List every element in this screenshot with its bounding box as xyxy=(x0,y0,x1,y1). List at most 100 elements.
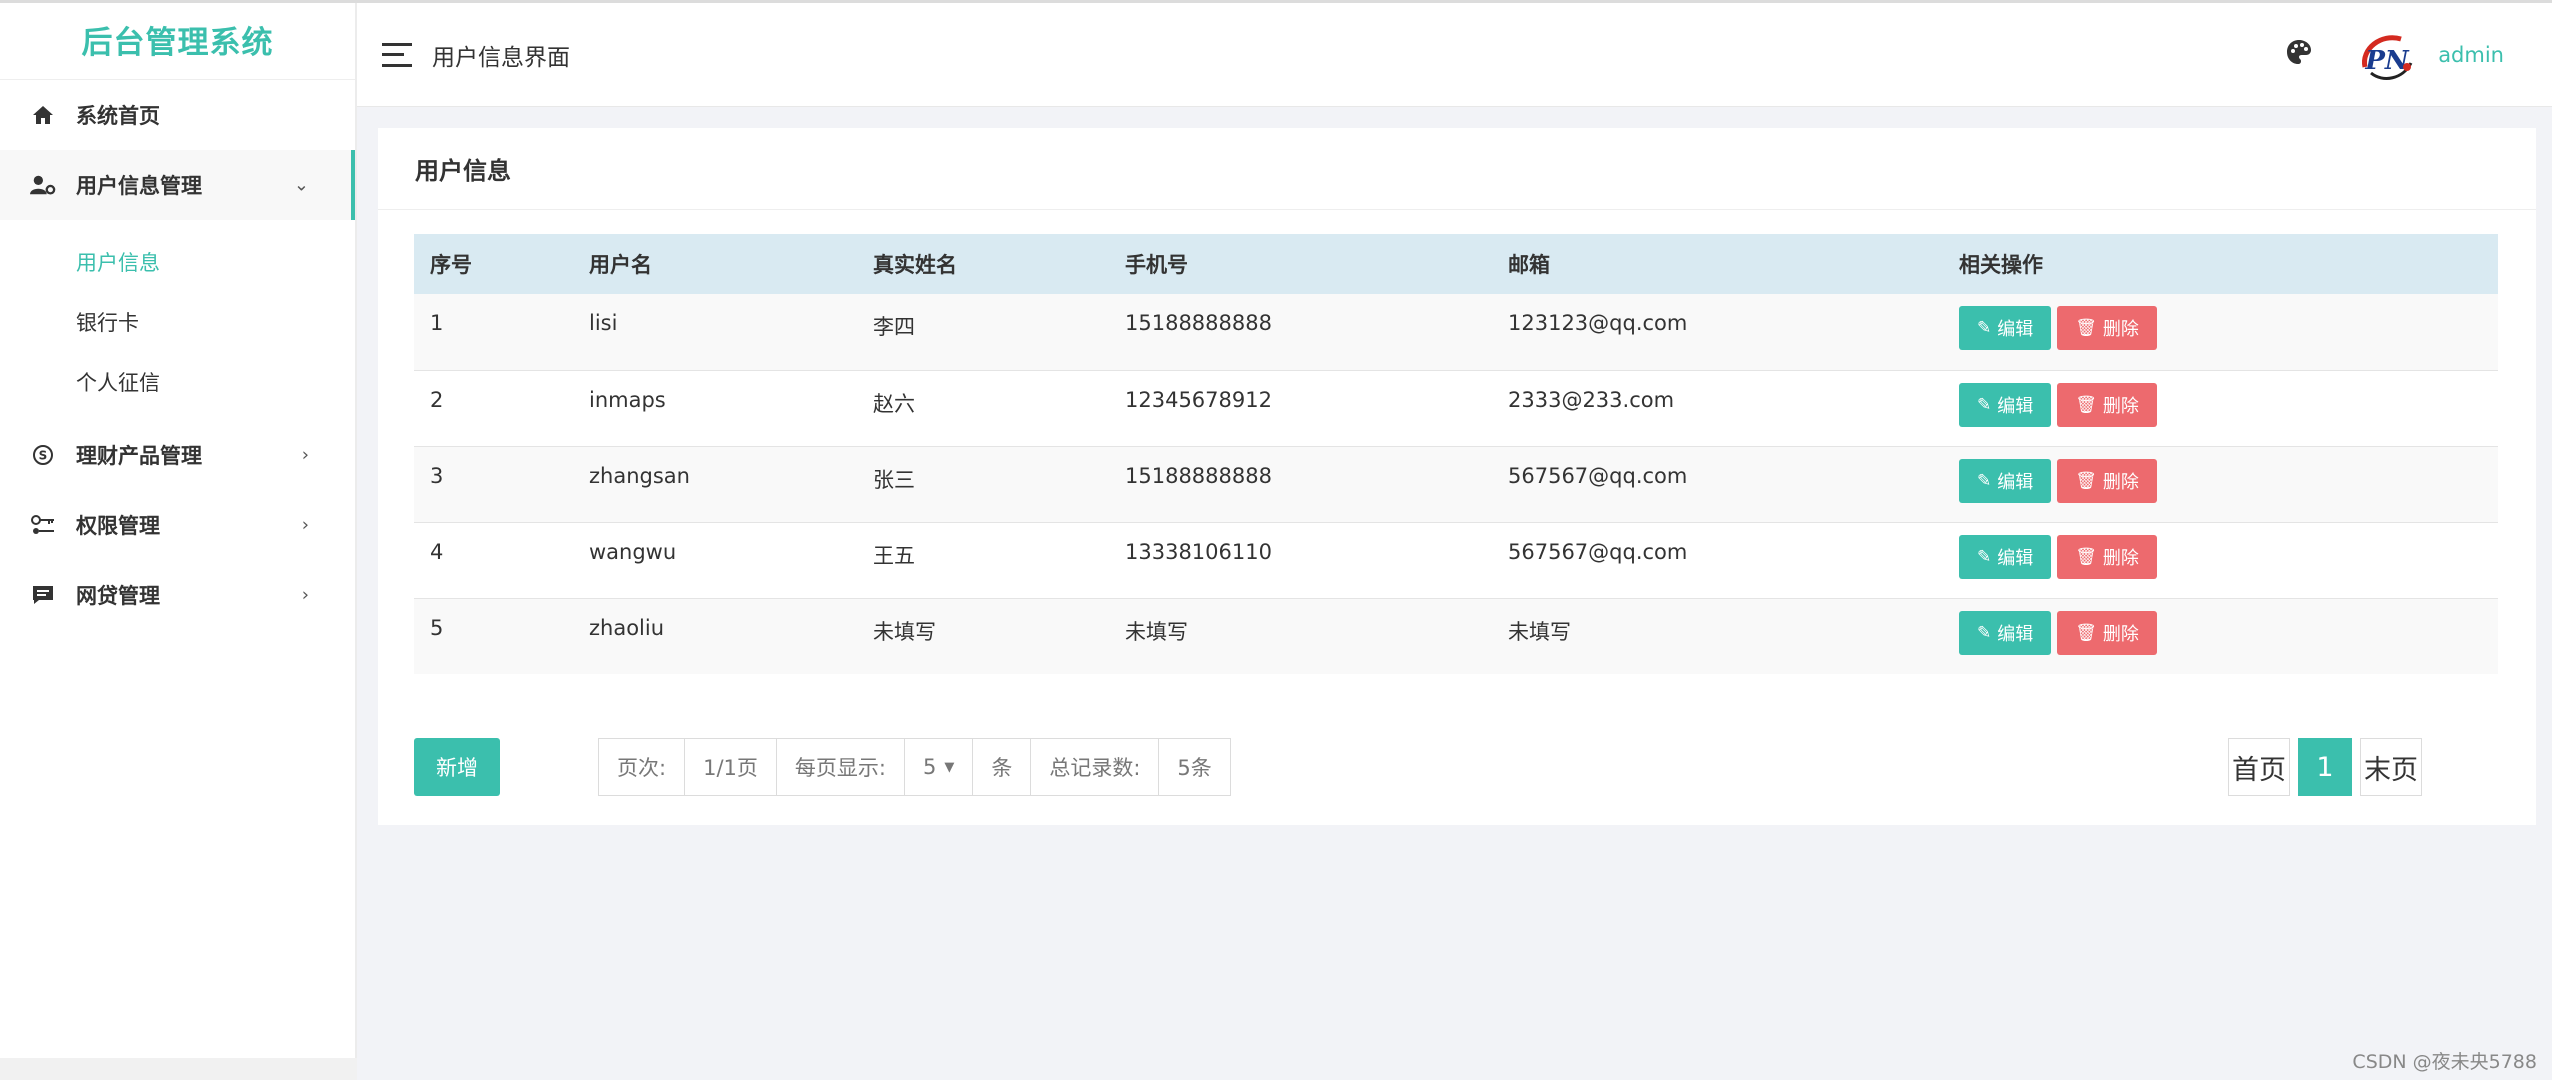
trash-icon: 🗑 xyxy=(2075,546,2097,567)
app-brand: 后台管理系统 xyxy=(0,0,355,80)
cell-phone: 未填写 xyxy=(1109,598,1492,674)
submenu-container: 用户信息 银行卡 个人征信 xyxy=(0,220,355,420)
cell-actions: ✎ 编辑 🗑 删除 xyxy=(1943,294,2498,371)
key-icon xyxy=(30,512,56,538)
page-title: 用户信息界面 xyxy=(432,44,570,71)
chevron-right-icon: › xyxy=(301,584,309,606)
delete-label: 删除 xyxy=(2102,395,2139,417)
edit-label: 编辑 xyxy=(1997,395,2034,417)
submenu-item-credit[interactable]: 个人征信 xyxy=(0,352,355,412)
cell-realname: 赵六 xyxy=(857,370,1109,447)
page-value: 1/1页 xyxy=(685,739,777,795)
delete-button[interactable]: 🗑 删除 xyxy=(2057,458,2157,503)
edit-button[interactable]: ✎ 编辑 xyxy=(1959,382,2052,427)
pagination: 首页 1 末页 xyxy=(2228,738,2422,796)
sidebar-item-loan[interactable]: 网贷管理 › xyxy=(0,560,355,630)
edit-button[interactable]: ✎ 编辑 xyxy=(1959,534,2052,579)
delete-label: 删除 xyxy=(2102,623,2139,645)
cell-email: 123123@qq.com xyxy=(1492,294,1943,371)
cell-actions: ✎ 编辑 🗑 删除 xyxy=(1943,522,2498,599)
sidebar-menu: 系统首页 用户信息管理 ⌄ 用户信息 银行卡 个人征信 S 理财产品管理 › 权… xyxy=(0,80,355,630)
per-page-select[interactable]: 5 ▼ xyxy=(905,739,974,795)
sidebar-item-home[interactable]: 系统首页 xyxy=(0,80,355,150)
table-row: 3 zhangsan 张三 15188888888 567567@qq.com … xyxy=(414,446,2498,523)
cell-username: zhaoliu xyxy=(573,598,857,674)
svg-text:S: S xyxy=(39,449,48,463)
edit-button[interactable]: ✎ 编辑 xyxy=(1959,458,2052,503)
cell-phone: 13338106110 xyxy=(1109,522,1492,599)
delete-button[interactable]: 🗑 删除 xyxy=(2057,534,2157,579)
per-page-label: 每页显示: xyxy=(777,739,905,795)
message-icon xyxy=(30,582,56,608)
table-header-row: 序号 用户名 真实姓名 手机号 邮箱 相关操作 xyxy=(414,234,2498,294)
cell-phone: 15188888888 xyxy=(1109,446,1492,523)
cell-username: lisi xyxy=(573,294,857,371)
pencil-icon: ✎ xyxy=(1977,546,1992,567)
sidebar-item-label: 用户信息管理 xyxy=(76,174,202,198)
column-header: 真实姓名 xyxy=(857,234,1109,294)
cell-id: 3 xyxy=(414,446,573,523)
user-info-panel: 用户信息 序号 用户名 真实姓名 手机号 邮箱 相关操作 1 lisi 李四 1… xyxy=(378,128,2536,825)
pencil-icon: ✎ xyxy=(1977,318,1992,338)
palette-icon[interactable] xyxy=(2286,39,2312,69)
sidebar-item-permission[interactable]: 权限管理 › xyxy=(0,490,355,560)
edit-label: 编辑 xyxy=(1997,623,2034,645)
delete-label: 删除 xyxy=(2102,547,2139,569)
column-header: 邮箱 xyxy=(1492,234,1943,294)
table-row: 5 zhaoliu 未填写 未填写 未填写 ✎ 编辑 🗑 删除 xyxy=(414,598,2498,674)
cell-actions: ✎ 编辑 🗑 删除 xyxy=(1943,370,2498,447)
trash-icon: 🗑 xyxy=(2075,470,2097,491)
username-link[interactable]: admin xyxy=(2438,43,2504,67)
add-button[interactable]: 新增 xyxy=(414,738,500,796)
delete-label: 删除 xyxy=(2102,471,2139,493)
per-page-value: 5 xyxy=(922,755,937,779)
delete-button[interactable]: 🗑 删除 xyxy=(2057,306,2157,350)
chevron-down-icon: ⌄ xyxy=(293,174,309,196)
delete-button[interactable]: 🗑 删除 xyxy=(2057,610,2157,655)
menu-toggle-icon[interactable] xyxy=(382,42,412,67)
sidebar: 后台管理系统 系统首页 用户信息管理 ⌄ 用户信息 银行卡 个人征信 S 理财产… xyxy=(0,0,2552,1080)
cell-actions: ✎ 编辑 🗑 删除 xyxy=(1943,446,2498,523)
cell-email: 未填写 xyxy=(1492,598,1943,674)
edit-label: 编辑 xyxy=(1997,547,2034,569)
home-icon xyxy=(30,102,56,128)
cell-realname: 李四 xyxy=(857,294,1109,371)
delete-button[interactable]: 🗑 删除 xyxy=(2057,382,2157,427)
sidebar-item-user-management[interactable]: 用户信息管理 ⌄ xyxy=(0,150,355,220)
cell-actions: ✎ 编辑 🗑 删除 xyxy=(1943,598,2498,674)
total-label: 总记录数: xyxy=(1031,739,1160,795)
total-value: 5条 xyxy=(1177,756,1212,780)
pencil-icon: ✎ xyxy=(1977,622,1992,643)
table-row: 1 lisi 李四 15188888888 123123@qq.com ✎ 编辑 🗑… xyxy=(414,294,2498,371)
caret-down-icon: ▼ xyxy=(944,759,955,775)
trash-icon: 🗑 xyxy=(2075,394,2097,415)
edit-button[interactable]: ✎ 编辑 xyxy=(1959,610,2052,655)
sidebar-item-label: 系统首页 xyxy=(76,104,160,128)
cell-email: 567567@qq.com xyxy=(1492,522,1943,599)
page-number-button[interactable]: 1 xyxy=(2298,738,2352,796)
first-page-button[interactable]: 首页 xyxy=(2228,738,2290,796)
chevron-right-icon: › xyxy=(301,514,309,536)
watermark: CSDN @夜未央5788 xyxy=(2352,1051,2537,1073)
cell-id: 1 xyxy=(414,294,573,371)
cell-email: 567567@qq.com xyxy=(1492,446,1943,523)
cell-username: zhangsan xyxy=(573,446,857,523)
avatar[interactable]: PN xyxy=(2357,29,2419,91)
cell-username: wangwu xyxy=(573,522,857,599)
edit-label: 编辑 xyxy=(1997,471,2034,493)
cell-phone: 15188888888 xyxy=(1109,294,1492,371)
sidebar-item-label: 网贷管理 xyxy=(76,584,160,608)
last-page-button[interactable]: 末页 xyxy=(2360,738,2422,796)
submenu-item-user-info[interactable]: 用户信息 xyxy=(0,232,355,292)
trash-icon: 🗑 xyxy=(2075,622,2097,643)
table-row: 2 inmaps 赵六 12345678912 2333@233.com ✎ 编辑… xyxy=(414,370,2498,447)
pencil-icon: ✎ xyxy=(1977,394,1992,415)
edit-button[interactable]: ✎ 编辑 xyxy=(1959,306,2052,350)
per-page-unit: 条 xyxy=(973,739,1032,795)
coin-icon: S xyxy=(30,442,56,468)
submenu-item-bank-card[interactable]: 银行卡 xyxy=(0,292,355,352)
cell-realname: 王五 xyxy=(857,522,1109,599)
table-row: 4 wangwu 王五 13338106110 567567@qq.com ✎ 编… xyxy=(414,522,2498,599)
sidebar-item-finance[interactable]: S 理财产品管理 › xyxy=(0,420,355,490)
sidebar-scrollbar[interactable] xyxy=(0,1058,357,1080)
